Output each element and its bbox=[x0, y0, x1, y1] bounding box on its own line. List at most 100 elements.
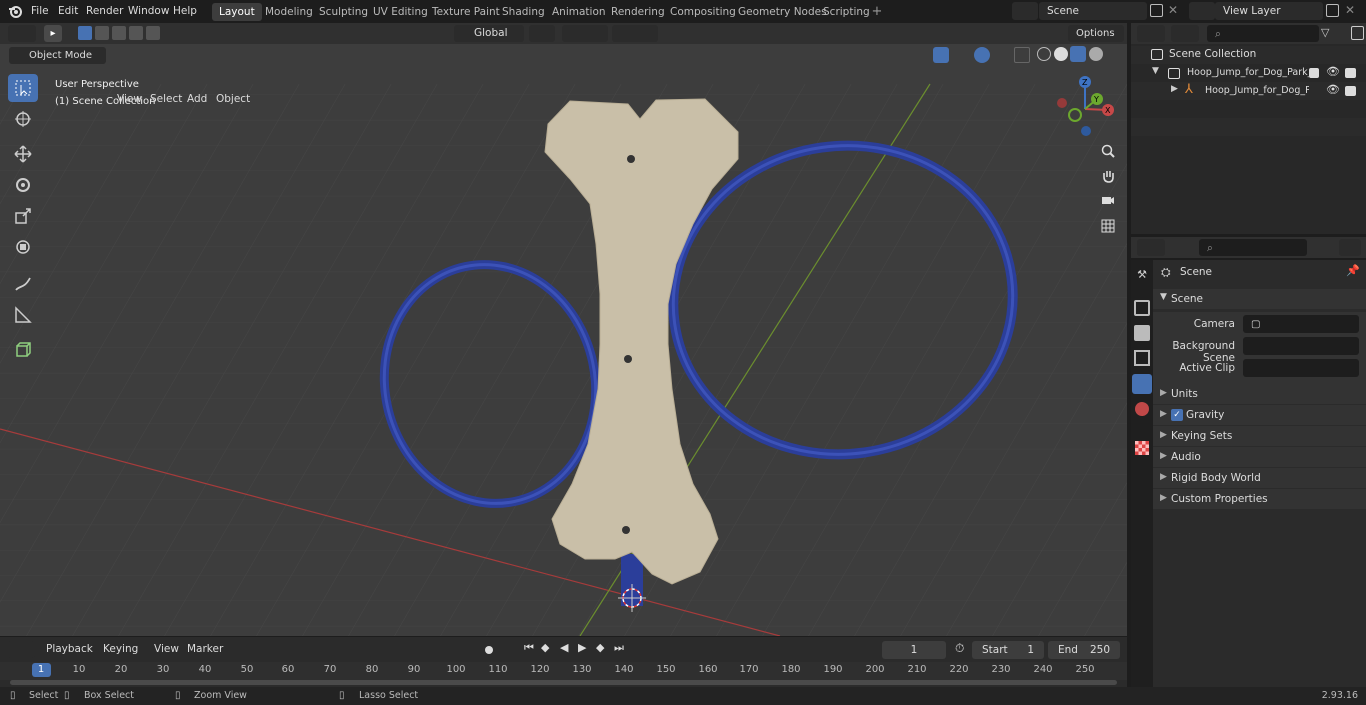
section-expand-icon[interactable]: ▶ bbox=[1160, 472, 1167, 482]
scene-selector-icon[interactable] bbox=[1012, 2, 1038, 20]
section-expand-icon[interactable]: ▶ bbox=[1160, 493, 1167, 503]
exclude-checkbox-icon[interactable] bbox=[1309, 68, 1319, 78]
render-tab-icon[interactable] bbox=[1134, 300, 1150, 316]
display-mode-icon[interactable] bbox=[1171, 25, 1199, 42]
tab-animation[interactable]: Animation bbox=[545, 3, 613, 21]
shading-solid-icon[interactable] bbox=[1054, 47, 1068, 61]
transform-tool-icon[interactable] bbox=[8, 233, 38, 261]
scene-name-field[interactable]: Scene bbox=[1039, 2, 1147, 20]
tab-scripting[interactable]: Scripting bbox=[816, 3, 877, 21]
record-icon[interactable] bbox=[485, 646, 493, 654]
output-tab-icon[interactable] bbox=[1134, 325, 1150, 341]
world-tab-icon[interactable] bbox=[1135, 402, 1149, 416]
section-expand-icon[interactable]: ▶ bbox=[1160, 451, 1167, 461]
viewport-menu-select[interactable]: Select bbox=[146, 91, 186, 107]
pan-hand-icon[interactable] bbox=[1097, 165, 1119, 187]
outliner-row[interactable]: ▼ Hoop_Jump_for_Dog_Park_Blu 👁 bbox=[1131, 64, 1366, 82]
outliner-root-row[interactable]: Scene Collection bbox=[1131, 46, 1366, 64]
blender-logo-icon[interactable] bbox=[8, 4, 23, 19]
overlays-toggle-icon[interactable] bbox=[974, 47, 990, 63]
prev-keyframe-icon[interactable]: ◆ bbox=[541, 641, 549, 654]
new-scene-icon[interactable] bbox=[1150, 4, 1163, 17]
viewport-menu-add[interactable]: Add bbox=[183, 91, 211, 107]
mode-dropdown[interactable]: Object Mode bbox=[9, 47, 106, 64]
transform-orientation-dropdown[interactable]: Global bbox=[454, 25, 524, 42]
delete-scene-icon[interactable]: ✕ bbox=[1168, 3, 1178, 17]
tab-rendering[interactable]: Rendering bbox=[604, 3, 672, 21]
jump-end-icon[interactable]: ⏭ bbox=[614, 641, 624, 655]
scene-panel-header[interactable]: ▼ Scene bbox=[1153, 289, 1366, 309]
camera-render-icon[interactable] bbox=[1345, 86, 1356, 96]
gizmo-toggle-icon[interactable] bbox=[933, 47, 949, 63]
play-icon[interactable]: ▶ bbox=[578, 641, 586, 654]
visibility-icon[interactable] bbox=[903, 48, 925, 62]
menu-file[interactable]: File bbox=[31, 0, 49, 23]
options-dropdown[interactable]: Options bbox=[1068, 25, 1124, 42]
scale-tool-icon[interactable] bbox=[8, 202, 38, 230]
filter-icon[interactable]: ▽ bbox=[1321, 26, 1347, 41]
play-reverse-icon[interactable]: ◀ bbox=[560, 641, 568, 654]
add-cube-tool-icon[interactable] bbox=[8, 336, 38, 364]
delete-view-layer-icon[interactable]: ✕ bbox=[1345, 3, 1355, 17]
eye-icon[interactable]: 👁 bbox=[1326, 83, 1340, 96]
eye-icon[interactable]: 👁 bbox=[1326, 65, 1340, 78]
next-keyframe-icon[interactable]: ◆ bbox=[596, 641, 604, 654]
select-box-tool-icon[interactable] bbox=[8, 74, 38, 102]
outliner-search-input[interactable]: ⌕ bbox=[1207, 25, 1319, 42]
tool-tab-icon[interactable]: ⚒ bbox=[1134, 268, 1150, 284]
mode-invert-icon[interactable] bbox=[129, 26, 143, 40]
timeline-scrollbar[interactable] bbox=[10, 680, 1117, 685]
menu-window[interactable]: Window bbox=[128, 0, 169, 23]
stopwatch-icon[interactable]: ⏱ bbox=[955, 641, 964, 656]
gravity-checkbox[interactable]: ✓ bbox=[1171, 409, 1183, 421]
mode-subtract-icon[interactable] bbox=[112, 26, 126, 40]
gravity-section[interactable]: ▶ ✓ Gravity bbox=[1153, 405, 1366, 425]
editor-type-icon[interactable] bbox=[8, 25, 36, 42]
expand-arrow-icon[interactable]: ▼ bbox=[1152, 66, 1159, 76]
new-collection-icon[interactable] bbox=[1351, 26, 1364, 40]
keying-sets-section[interactable]: ▶ Keying Sets bbox=[1153, 426, 1366, 446]
xray-toggle-icon[interactable] bbox=[1014, 47, 1030, 63]
annotate-tool-icon[interactable] bbox=[8, 270, 38, 298]
start-frame-field[interactable]: Start 1 bbox=[972, 641, 1044, 659]
current-frame-field[interactable]: 1 bbox=[882, 641, 946, 659]
end-frame-field[interactable]: End 250 bbox=[1048, 641, 1120, 659]
timeline-editor-type-icon[interactable] bbox=[7, 641, 35, 658]
mode-new-icon[interactable] bbox=[78, 26, 92, 40]
mode-intersect-icon[interactable] bbox=[146, 26, 160, 40]
section-expand-icon[interactable]: ▶ bbox=[1160, 388, 1167, 398]
viewport-menu-object[interactable]: Object bbox=[212, 91, 254, 107]
add-workspace-icon[interactable]: + bbox=[870, 5, 884, 19]
shading-rendered-icon[interactable] bbox=[1089, 47, 1103, 61]
section-expand-icon[interactable]: ▶ bbox=[1160, 430, 1167, 440]
scene-tab-icon[interactable] bbox=[1132, 374, 1152, 394]
timeline-menu-playback[interactable]: Playback bbox=[46, 643, 93, 655]
custom-properties-section[interactable]: ▶ Custom Properties bbox=[1153, 489, 1366, 509]
active-clip-field[interactable] bbox=[1243, 359, 1359, 377]
timeline-menu-view[interactable]: View bbox=[154, 643, 179, 655]
shading-material-icon[interactable] bbox=[1070, 46, 1086, 62]
properties-options-icon[interactable] bbox=[1339, 239, 1361, 256]
rotate-tool-icon[interactable] bbox=[8, 171, 38, 199]
camera-field[interactable]: ▢ bbox=[1243, 315, 1359, 333]
timeline-menu-marker[interactable]: Marker bbox=[187, 643, 223, 655]
properties-search-input[interactable]: ⌕ bbox=[1199, 239, 1307, 256]
rigid-body-world-section[interactable]: ▶ Rigid Body World bbox=[1153, 468, 1366, 488]
perspective-toggle-icon[interactable] bbox=[1097, 215, 1119, 237]
move-tool-icon[interactable] bbox=[8, 140, 38, 168]
tab-layout[interactable]: Layout bbox=[212, 3, 262, 21]
pin-icon[interactable]: 📌 bbox=[1346, 264, 1360, 277]
properties-editor-type-icon[interactable] bbox=[1137, 239, 1165, 256]
view-layer-tab-icon[interactable] bbox=[1134, 350, 1150, 366]
timeline-menu-keying[interactable]: Keying bbox=[103, 643, 138, 655]
section-expand-icon[interactable]: ▶ bbox=[1160, 409, 1167, 419]
menu-edit[interactable]: Edit bbox=[58, 0, 78, 23]
view-layer-field[interactable]: View Layer bbox=[1215, 2, 1323, 20]
expand-arrow-icon[interactable]: ▶ bbox=[1171, 84, 1178, 94]
select-tool-icon[interactable]: ▸ bbox=[44, 25, 62, 42]
zoom-icon[interactable] bbox=[1097, 140, 1119, 162]
cursor-tool-icon[interactable] bbox=[8, 105, 38, 133]
new-view-layer-icon[interactable] bbox=[1326, 4, 1339, 17]
texture-tab-icon[interactable] bbox=[1135, 441, 1149, 455]
snap-icon[interactable] bbox=[562, 25, 608, 42]
